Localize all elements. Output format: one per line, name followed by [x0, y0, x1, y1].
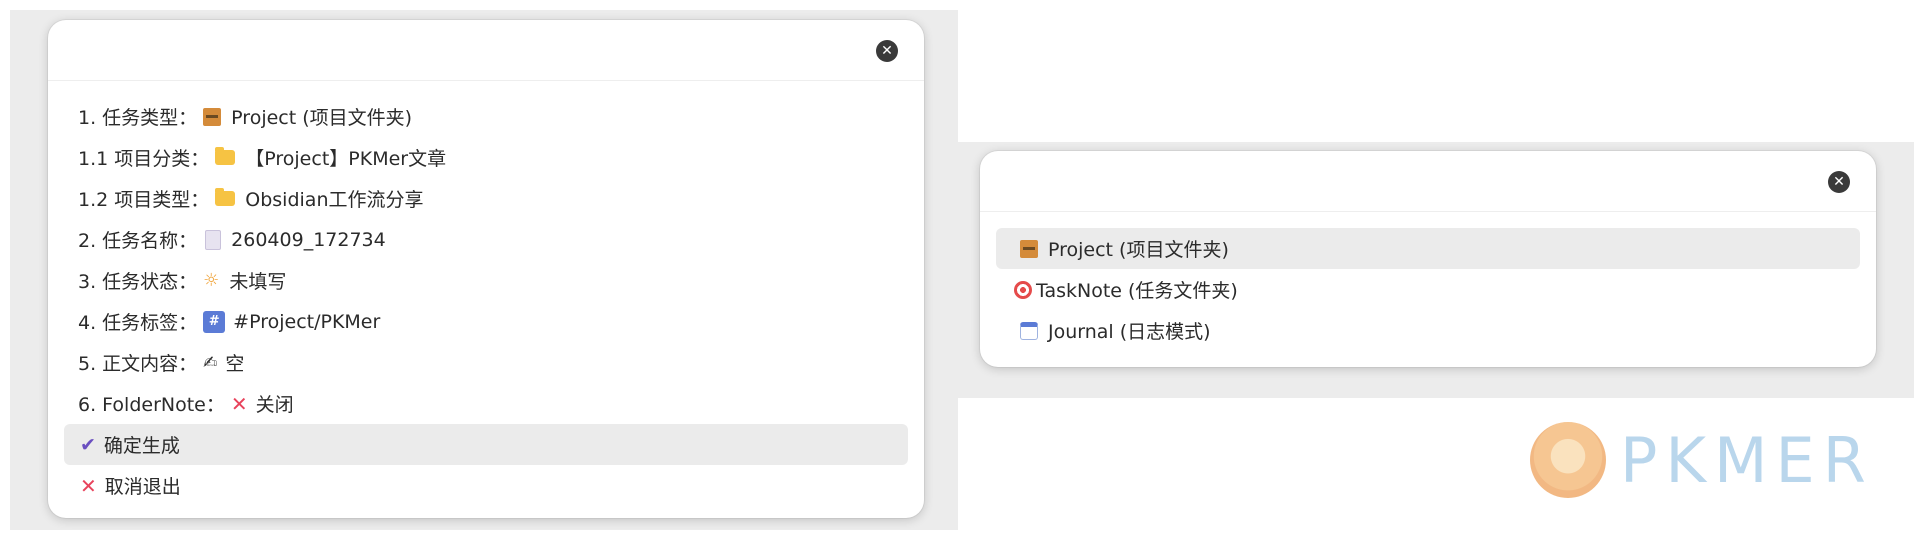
- task-type-picker-dialog: ✕ Project (项目文件夹) TaskNote (任务文件夹) Journ…: [980, 151, 1876, 367]
- summary-item-task-name[interactable]: 2. 任务名称： 260409_172734: [64, 219, 908, 260]
- item-value: 【Project】PKMer文章: [245, 148, 447, 170]
- close-icon[interactable]: ✕: [876, 40, 898, 62]
- summary-item-foldernote[interactable]: 6. FolderNote： ✕ 关闭: [64, 383, 908, 424]
- file-cabinet-icon: [1020, 239, 1038, 258]
- calendar-icon: [1020, 321, 1038, 340]
- summary-item-project-category[interactable]: 1.1 项目分类： 【Project】PKMer文章: [64, 137, 908, 178]
- confirm-button[interactable]: ✔ 确定生成: [64, 424, 908, 465]
- item-value: 空: [225, 353, 245, 375]
- summary-item-task-type[interactable]: 1. 任务类型： Project (项目文件夹): [64, 96, 908, 137]
- summary-item-task-tags[interactable]: 4. 任务标签： # #Project/PKMer: [64, 301, 908, 342]
- item-label: 1.1 项目分类：: [78, 148, 210, 170]
- cancel-button[interactable]: ✕ 取消退出: [64, 465, 908, 506]
- task-summary-dialog: ✕ 1. 任务类型： Project (项目文件夹) 1.1 项目分类： 【Pr…: [48, 20, 924, 518]
- summary-item-project-type[interactable]: 1.2 项目类型： Obsidian工作流分享: [64, 178, 908, 219]
- pkmer-watermark: PKMER: [1530, 418, 1874, 502]
- option-label: Journal (日志模式): [1048, 321, 1211, 343]
- option-project[interactable]: Project (项目文件夹): [996, 228, 1860, 269]
- item-value: 关闭: [255, 394, 294, 416]
- close-icon[interactable]: ✕: [1828, 171, 1850, 193]
- folder-icon: [215, 147, 236, 165]
- file-cabinet-icon: [203, 107, 222, 126]
- item-label: 5. 正文内容：: [78, 353, 198, 375]
- option-label: TaskNote (任务文件夹): [1036, 280, 1238, 302]
- check-mark-icon: ✔: [80, 433, 96, 456]
- dialog-header: ✕: [48, 20, 924, 81]
- option-list: Project (项目文件夹) TaskNote (任务文件夹) Journal…: [996, 228, 1860, 351]
- target-icon: [1014, 280, 1032, 299]
- cross-mark-icon: ✕: [80, 473, 97, 498]
- summary-list: 1. 任务类型： Project (项目文件夹) 1.1 项目分类： 【Proj…: [64, 96, 908, 506]
- item-label: 3. 任务状态：: [78, 271, 198, 293]
- item-value: #Project/PKMer: [233, 310, 381, 333]
- dialog-header: ✕: [980, 151, 1876, 212]
- option-journal[interactable]: Journal (日志模式): [996, 310, 1860, 351]
- cancel-label: 取消退出: [104, 476, 181, 498]
- item-label: 1. 任务类型：: [78, 107, 198, 129]
- hash-icon: #: [203, 310, 226, 333]
- item-value: Obsidian工作流分享: [245, 189, 424, 211]
- sun-icon: ☼: [203, 270, 220, 291]
- item-value: Project (项目文件夹): [231, 107, 413, 129]
- page-icon: [205, 229, 222, 250]
- item-label: 1.2 项目类型：: [78, 189, 210, 211]
- watermark-text: PKMER: [1620, 423, 1874, 497]
- cross-mark-icon: ✕: [230, 391, 248, 416]
- confirm-label: 确定生成: [103, 435, 180, 457]
- option-tasknote[interactable]: TaskNote (任务文件夹): [996, 269, 1860, 310]
- item-label: 4. 任务标签：: [78, 312, 198, 334]
- item-value: 未填写: [229, 271, 287, 293]
- item-label: 2. 任务名称：: [78, 230, 198, 252]
- item-value: 260409_172734: [231, 228, 386, 251]
- folder-icon: [215, 188, 236, 206]
- writing-hand-icon: ✍: [203, 352, 218, 373]
- pkmer-logo-icon: [1530, 422, 1606, 498]
- summary-item-body-content[interactable]: 5. 正文内容： ✍ 空: [64, 342, 908, 383]
- item-label: 6. FolderNote：: [78, 394, 225, 416]
- option-label: Project (项目文件夹): [1048, 239, 1229, 261]
- summary-item-task-status[interactable]: 3. 任务状态： ☼ 未填写: [64, 260, 908, 301]
